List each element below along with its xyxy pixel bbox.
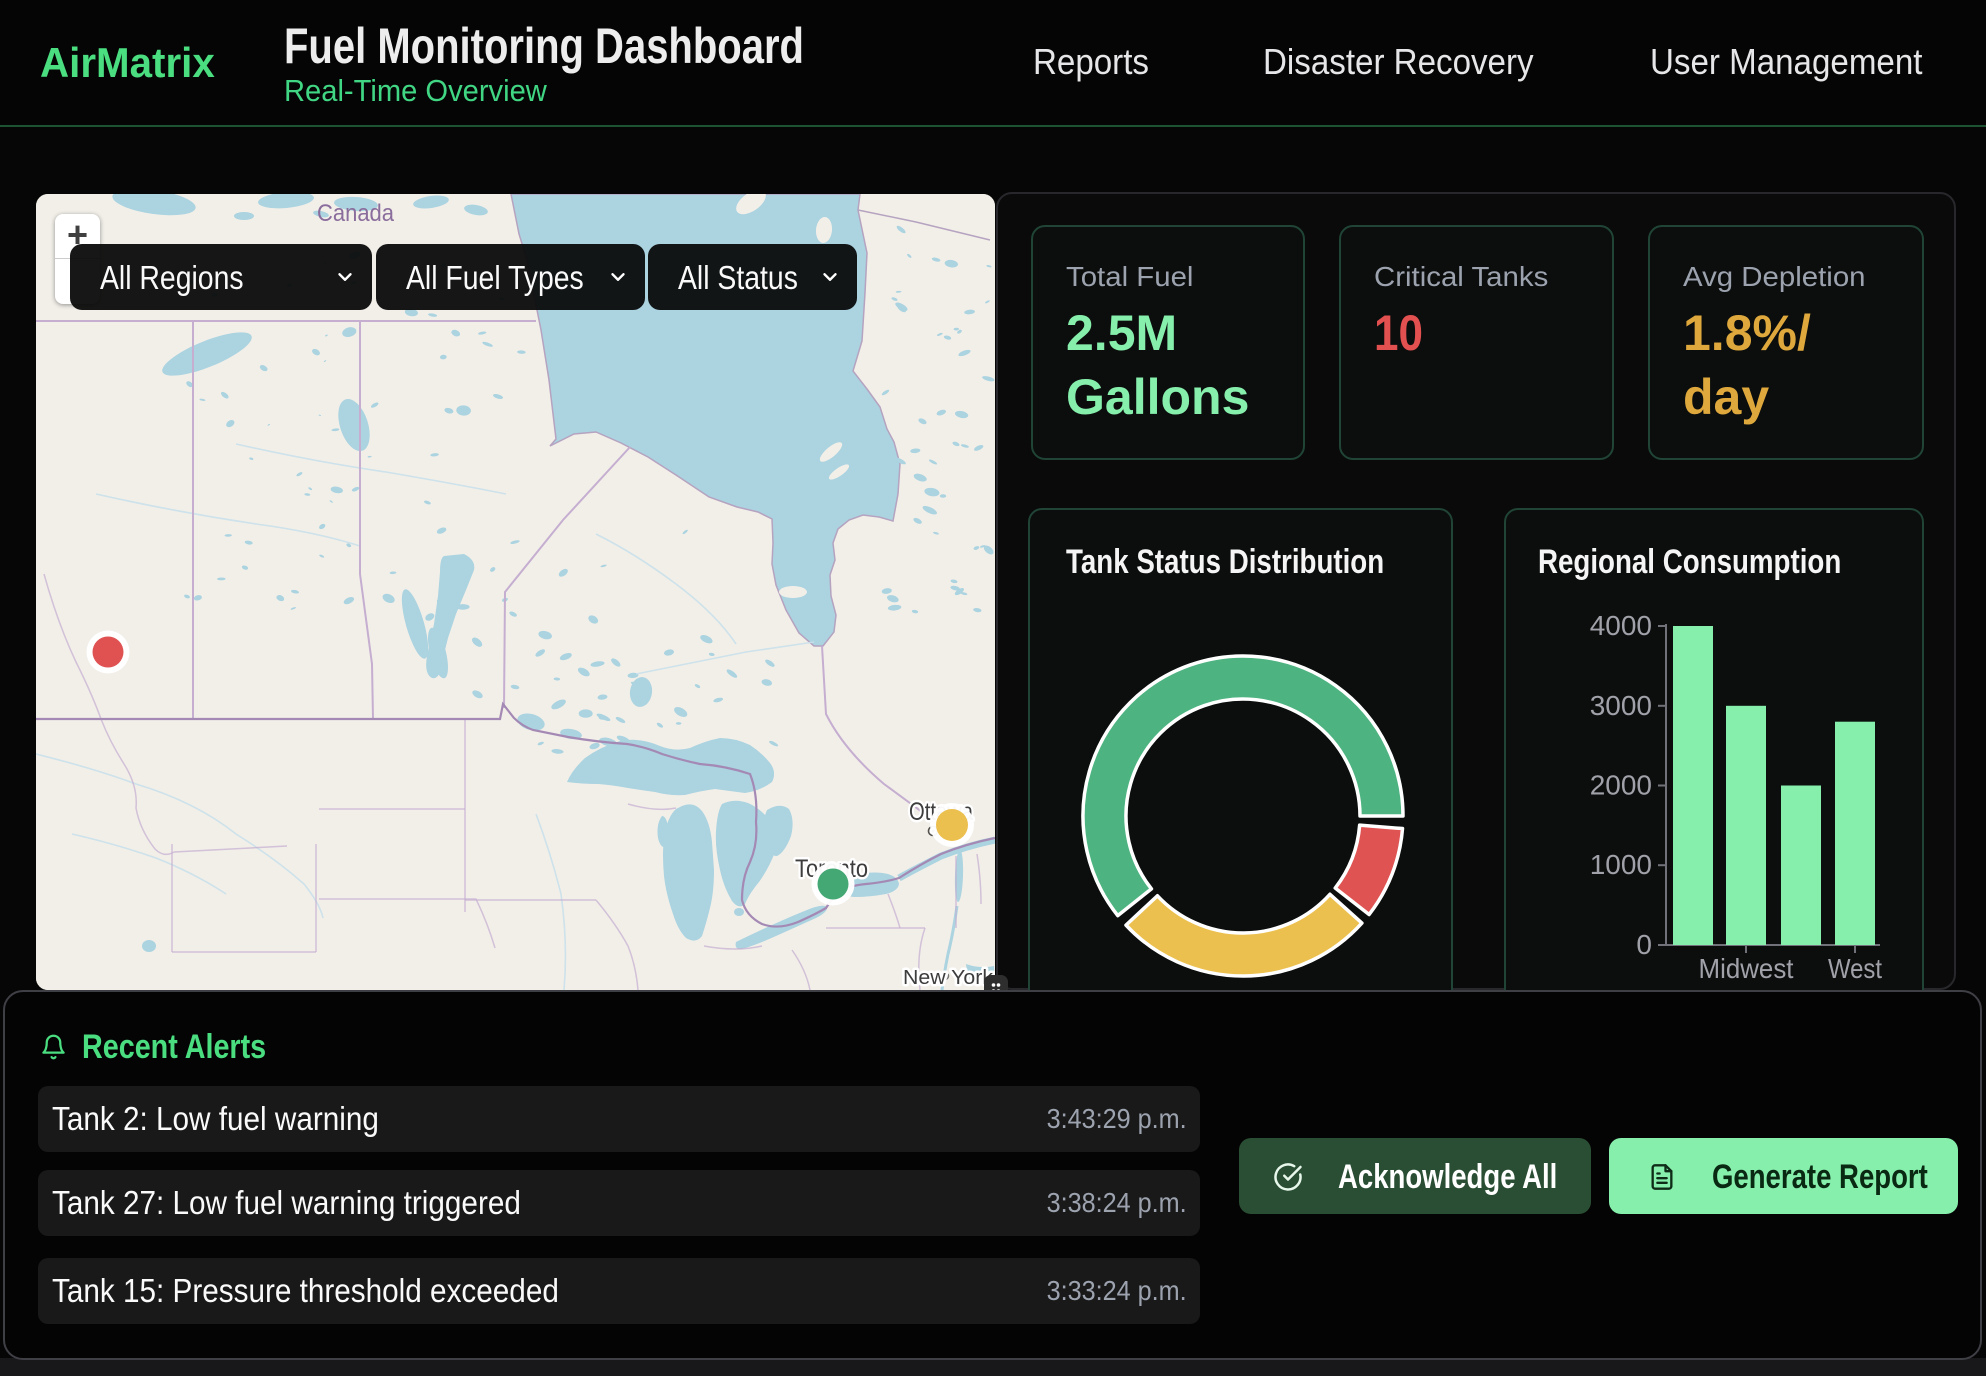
svg-text:New York: New York bbox=[903, 967, 994, 989]
svg-text:1000: 1000 bbox=[1590, 849, 1652, 880]
svg-text:3000: 3000 bbox=[1590, 690, 1652, 721]
svg-text:4000: 4000 bbox=[1590, 610, 1652, 641]
svg-text:Canada: Canada bbox=[317, 200, 395, 227]
svg-text:2000: 2000 bbox=[1590, 770, 1652, 801]
svg-text:Midwest: Midwest bbox=[1699, 953, 1794, 984]
svg-text:0: 0 bbox=[1636, 929, 1652, 960]
svg-text:West: West bbox=[1828, 953, 1882, 984]
